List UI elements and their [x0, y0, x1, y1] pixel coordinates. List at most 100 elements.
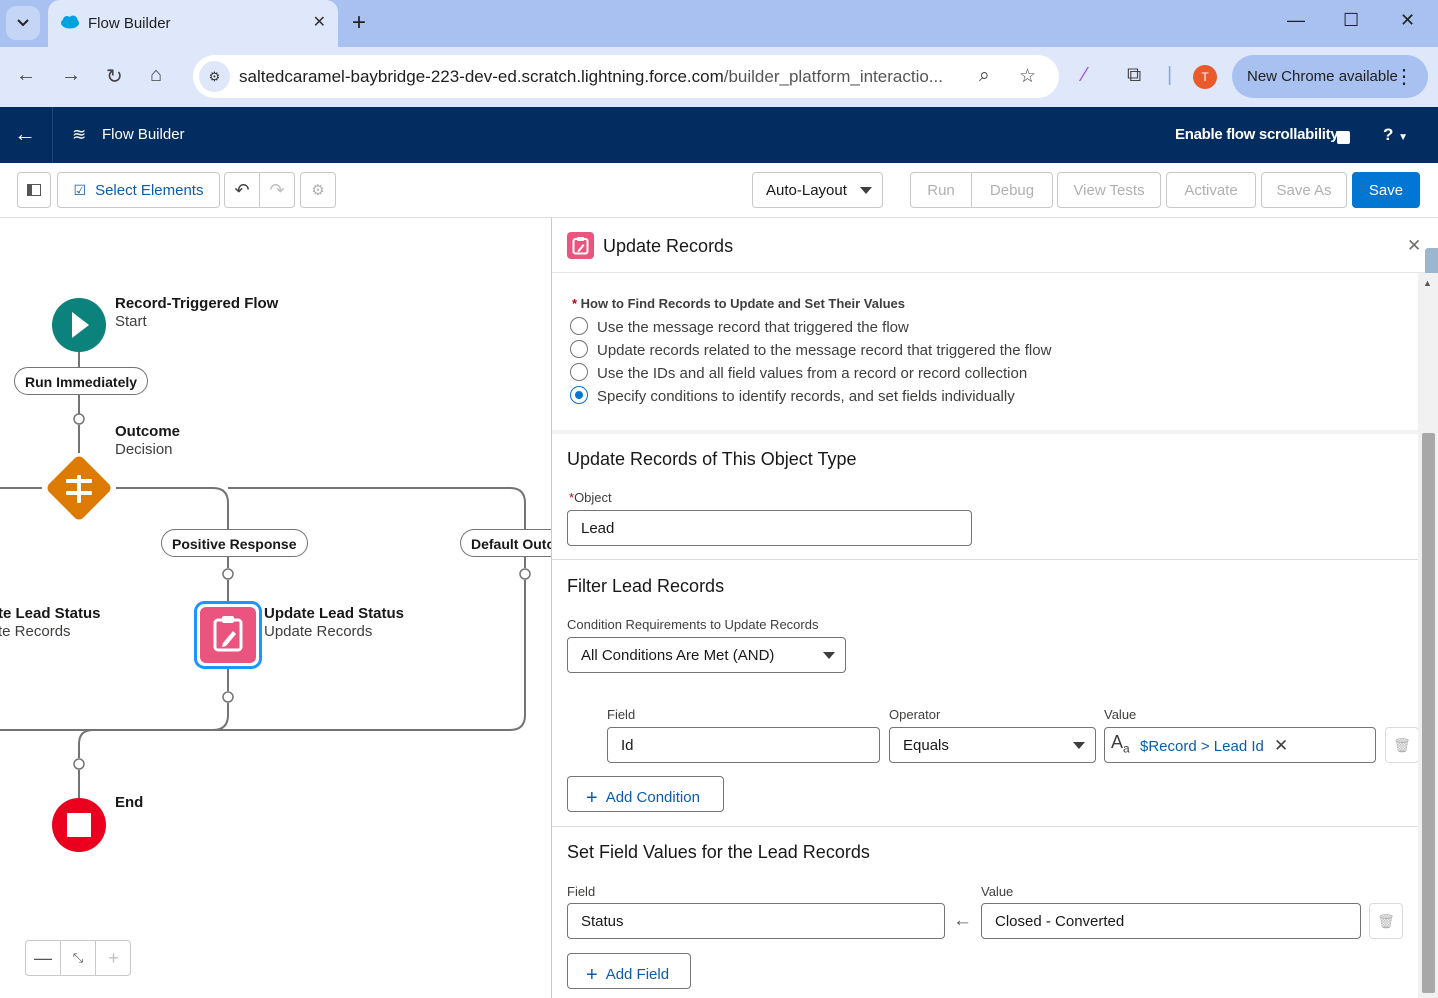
condition-requirements-value: All Conditions Are Met (AND) [581, 647, 775, 664]
debug-button[interactable]: Debug [971, 172, 1053, 208]
minus-icon: — [34, 947, 52, 968]
pen-extension-icon[interactable]: ⁄ [1083, 64, 1086, 87]
start-node[interactable] [51, 297, 107, 353]
plus-icon: + [586, 964, 598, 986]
toggle-toolbox-button[interactable] [17, 172, 51, 208]
panel-edge-tab[interactable] [1425, 248, 1438, 276]
filter-operator-select[interactable]: Equals [889, 727, 1096, 763]
start-node-subtitle: Start [115, 313, 147, 330]
view-tests-button[interactable]: View Tests [1057, 172, 1161, 208]
scrollbar-thumb[interactable] [1422, 433, 1435, 993]
reload-icon[interactable]: ↻ [106, 64, 123, 89]
url-text: saltedcaramel-baybridge-223-dev-ed.scrat… [239, 67, 943, 86]
settings-button[interactable]: ⚙ [300, 172, 336, 208]
back-arrow-icon[interactable]: ← [14, 121, 36, 147]
address-bar[interactable]: ⚙ saltedcaramel-baybridge-223-dev-ed.scr… [193, 55, 1059, 98]
save-as-button[interactable]: Save As [1261, 172, 1347, 208]
layout-select[interactable]: Auto-Layout [752, 172, 883, 208]
positive-response-label[interactable]: Positive Response [161, 529, 308, 557]
run-immediately-label[interactable]: Run Immediately [14, 367, 149, 395]
fit-view-button[interactable]: ⤡ [61, 941, 96, 975]
object-input[interactable]: Lead [567, 510, 972, 546]
scrollability-checkbox[interactable] [1337, 131, 1350, 144]
left-update-node-title: te Lead Status [0, 605, 101, 622]
scroll-up-arrow-icon[interactable]: ▲ [1423, 278, 1432, 288]
site-settings-icon[interactable]: ⚙ [199, 61, 230, 92]
decision-node[interactable] [42, 451, 116, 525]
panel-scrollbar[interactable]: ▲ [1418, 273, 1438, 998]
bookmark-star-icon[interactable]: ☆ [1019, 65, 1036, 88]
browser-tab-bar: Flow Builder ✕ + — ☐ ✕ [0, 0, 1438, 47]
set-field-input[interactable]: Status [567, 903, 945, 939]
maximize-icon[interactable]: ☐ [1343, 10, 1359, 31]
radio-button[interactable] [570, 317, 588, 336]
radio-option-specify-conditions[interactable]: Specify conditions to identify records, … [570, 386, 1015, 406]
resource-pill[interactable]: Aa $Record > Lead Id ✕ [1108, 731, 1294, 759]
delete-assignment-button[interactable]: 🗑 [1369, 903, 1403, 939]
end-node[interactable] [51, 797, 107, 853]
filter-operator-value: Equals [903, 737, 949, 754]
view-tests-label: View Tests [1073, 181, 1145, 199]
debug-label: Debug [989, 181, 1035, 199]
save-label: Save [1368, 181, 1404, 199]
run-button[interactable]: Run [910, 172, 972, 208]
set-value-label: Value [981, 884, 1014, 899]
add-condition-button[interactable]: + Add Condition [567, 776, 724, 812]
scrollability-label: Enable flow scrollability [1175, 126, 1339, 143]
radio-button-selected[interactable] [570, 386, 588, 405]
delete-condition-button[interactable]: 🗑 [1385, 727, 1419, 763]
left-update-node-subtitle: te Records [0, 623, 71, 640]
object-label: *Object [569, 490, 612, 505]
radio-option-record-collection[interactable]: Use the IDs and all field values from a … [570, 363, 1027, 383]
undo-button[interactable]: ↶ [224, 172, 260, 208]
chrome-update-button[interactable]: New Chrome available ⋮ [1232, 55, 1428, 98]
home-icon[interactable]: ⌂ [150, 64, 162, 87]
profile-avatar[interactable]: T [1193, 65, 1217, 89]
select-elements-button[interactable]: ☑ Select Elements [57, 172, 220, 208]
set-value-input[interactable]: Closed - Converted [981, 903, 1361, 939]
update-records-node[interactable] [194, 601, 262, 669]
new-tab-icon[interactable]: + [352, 9, 366, 37]
update-node-subtitle: Update Records [264, 623, 373, 640]
radio-option-related-records[interactable]: Update records related to the message re… [570, 340, 1051, 360]
redo-button[interactable]: ↷ [259, 172, 295, 208]
save-button[interactable]: Save [1352, 172, 1420, 208]
plus-icon: + [586, 787, 598, 809]
remove-pill-icon[interactable]: ✕ [1274, 736, 1288, 755]
radio-option-triggering-record[interactable]: Use the message record that triggered th… [570, 317, 909, 337]
chevron-down-icon [823, 652, 835, 659]
more-menu-icon[interactable]: ⋮ [1394, 64, 1414, 89]
condition-requirements-label: Condition Requirements to Update Records [567, 617, 819, 632]
object-section-title: Update Records of This Object Type [567, 449, 857, 469]
set-field-label: Field [567, 884, 596, 899]
filter-field-input[interactable]: Id [607, 727, 880, 763]
default-outcome-label[interactable]: Default Outc [460, 529, 551, 557]
window-close-icon[interactable]: ✕ [1400, 10, 1415, 31]
save-as-label: Save As [1276, 181, 1332, 199]
properties-panel: Update Records ✕ * How to Find Records t… [551, 218, 1438, 998]
radio-button[interactable] [570, 340, 588, 359]
help-menu[interactable]: ? ▼ [1383, 125, 1408, 145]
chevron-down-icon [1073, 742, 1085, 749]
minimize-icon[interactable]: — [1287, 10, 1305, 31]
flow-canvas[interactable]: Record-Triggered Flow Start Run Immediat… [0, 218, 551, 998]
add-field-button[interactable]: + Add Field [567, 953, 691, 989]
zoom-in-button[interactable]: + [96, 941, 131, 975]
zoom-search-icon[interactable]: ⌕ [979, 65, 990, 87]
flow-icon: ≋ [72, 125, 87, 144]
radio-button[interactable] [570, 363, 588, 382]
back-arrow-icon[interactable]: ← [16, 64, 36, 87]
browser-tab[interactable]: Flow Builder ✕ [48, 0, 338, 47]
plus-icon: + [108, 947, 119, 968]
forward-arrow-icon[interactable]: → [61, 64, 81, 87]
zoom-out-button[interactable]: — [26, 941, 61, 975]
activate-button[interactable]: Activate [1166, 172, 1256, 208]
close-icon[interactable]: ✕ [1407, 236, 1421, 256]
extensions-puzzle-icon[interactable]: ⧉ [1127, 64, 1141, 87]
section-divider [552, 559, 1418, 560]
filter-value-input[interactable]: Aa $Record > Lead Id ✕ [1104, 727, 1376, 763]
tab-close-icon[interactable]: ✕ [313, 12, 326, 32]
required-marker: * [572, 296, 581, 311]
tab-search-button[interactable] [6, 6, 40, 40]
condition-requirements-select[interactable]: All Conditions Are Met (AND) [567, 637, 846, 673]
